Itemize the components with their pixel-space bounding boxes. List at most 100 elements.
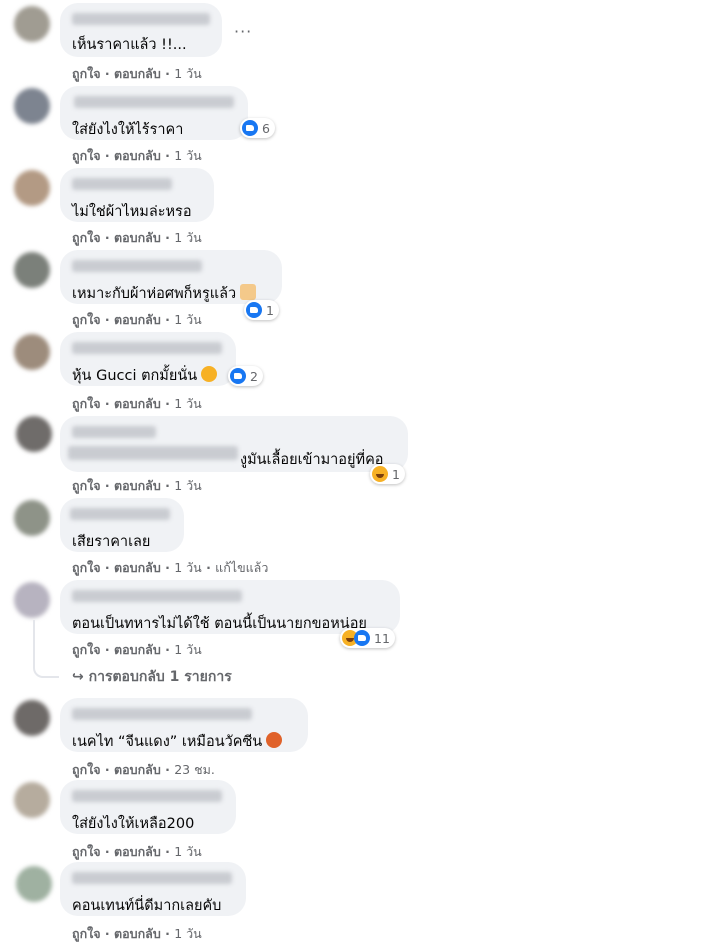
like-reaction-icon: [354, 630, 370, 646]
commenter-name[interactable]: [70, 508, 170, 520]
like-link[interactable]: ถูกใจ: [72, 844, 101, 859]
thumbs-down-emoji: [240, 284, 257, 300]
like-link[interactable]: ถูกใจ: [72, 926, 101, 941]
comment-text: งูมันเลื้อยเข้ามาอยู่ที่คอ: [240, 452, 384, 468]
reply-link[interactable]: ตอบกลับ: [114, 926, 161, 941]
comment-bubble: ไม่ใช่ผ้าไหมล่ะหรอ: [60, 168, 214, 222]
view-replies-link[interactable]: ↪ การตอบกลับ 1 รายการ: [72, 666, 232, 688]
reply-link[interactable]: ตอบกลับ: [114, 396, 161, 411]
comment-text: ใส่ยังไงให้ไร้ราคา: [72, 122, 184, 138]
comment-actions: ถูกใจ · ตอบกลับ · 1 วัน: [72, 844, 202, 859]
timestamp[interactable]: 1 วัน: [174, 844, 202, 859]
avatar[interactable]: [14, 252, 50, 288]
like-reaction-icon: [230, 368, 246, 384]
comment-actions: ถูกใจ · ตอบกลับ · 1 วัน · แก้ไขแล้ว: [72, 560, 269, 575]
avatar[interactable]: [14, 6, 50, 42]
timestamp[interactable]: 1 วัน: [174, 66, 202, 81]
reaction-summary[interactable]: 1: [244, 300, 279, 320]
commenter-name[interactable]: [72, 708, 252, 720]
reaction-summary[interactable]: 11: [340, 628, 395, 648]
comment-bubble: ตอนเป็นทหารไม่ได้ใช้ ตอนนี้เป็นนายกขอหน่…: [60, 580, 400, 634]
reply-link[interactable]: ตอบกลับ: [114, 230, 161, 245]
comment-bubble: คอนเทนท์นี่ดีมากเลยคับ: [60, 862, 246, 916]
like-link[interactable]: ถูกใจ: [72, 642, 101, 657]
reaction-summary[interactable]: 1: [370, 464, 405, 484]
comment-text: ไม่ใช่ผ้าไหมล่ะหรอ: [72, 204, 192, 220]
reply-link[interactable]: ตอบกลับ: [114, 478, 161, 493]
commenter-name[interactable]: [74, 96, 234, 108]
reply-thread-line: [33, 620, 59, 678]
commenter-name[interactable]: [72, 590, 242, 602]
reaction-summary[interactable]: 6: [240, 118, 275, 138]
commenter-name[interactable]: [72, 790, 222, 802]
comment-actions: ถูกใจ · ตอบกลับ · 1 วัน: [72, 230, 202, 245]
timestamp[interactable]: 1 วัน: [174, 396, 202, 411]
comment-bubble: ใส่ยังไงให้เหลือ200: [60, 780, 236, 834]
timestamp[interactable]: 1 วัน: [174, 148, 202, 163]
timestamp[interactable]: 1 วัน: [174, 312, 202, 327]
reply-link[interactable]: ตอบกลับ: [114, 148, 161, 163]
commenter-name[interactable]: [72, 260, 202, 272]
comment-bubble: เห็นราคาแล้ว !!...: [60, 3, 222, 57]
like-link[interactable]: ถูกใจ: [72, 312, 101, 327]
timestamp[interactable]: 1 วัน: [174, 560, 202, 575]
reaction-summary[interactable]: 2: [228, 366, 263, 386]
comment-actions: ถูกใจ · ตอบกลับ · 23 ชม.: [72, 762, 215, 777]
avatar[interactable]: [14, 782, 50, 818]
comment-bubble: เนคไท “จีนแดง” เหมือนวัคซีน: [60, 698, 308, 752]
more-options-icon[interactable]: ···: [234, 22, 252, 41]
comment-text: ใส่ยังไงให้เหลือ200: [72, 816, 195, 832]
comment-text: เนคไท “จีนแดง” เหมือนวัคซีน: [72, 730, 283, 753]
reply-link[interactable]: ตอบกลับ: [114, 560, 161, 575]
reply-link[interactable]: ตอบกลับ: [114, 642, 161, 657]
commenter-name[interactable]: [72, 13, 210, 25]
avatar[interactable]: [14, 334, 50, 370]
comment-text: คอนเทนท์นี่ดีมากเลยคับ: [72, 898, 222, 914]
commenter-name[interactable]: [72, 872, 232, 884]
reply-link[interactable]: ตอบกลับ: [114, 762, 161, 777]
comment-actions: ถูกใจ · ตอบกลับ · 1 วัน: [72, 478, 202, 493]
avatar[interactable]: [16, 866, 52, 902]
comment-bubble: งูมันเลื้อยเข้ามาอยู่ที่คอ: [60, 416, 408, 472]
comment-text: ตอนเป็นทหารไม่ได้ใช้ ตอนนี้เป็นนายกขอหน่…: [72, 616, 367, 632]
comment-bubble: หุ้น Gucci ตกมั้ยนั่น: [60, 332, 236, 386]
comment-actions: ถูกใจ · ตอบกลับ · 1 วัน: [72, 642, 202, 657]
commenter-name[interactable]: [72, 426, 156, 438]
reply-link[interactable]: ตอบกลับ: [114, 312, 161, 327]
avatar[interactable]: [14, 582, 50, 618]
avatar[interactable]: [14, 500, 50, 536]
timestamp[interactable]: 1 วัน: [174, 230, 202, 245]
timestamp[interactable]: 1 วัน: [174, 926, 202, 941]
like-reaction-icon: [246, 302, 262, 318]
timestamp[interactable]: 1 วัน: [174, 478, 202, 493]
comment-bubble: ใส่ยังไงให้ไร้ราคา: [60, 86, 248, 140]
comment-text: เห็นราคาแล้ว !!...: [72, 37, 187, 53]
commenter-name[interactable]: [72, 342, 222, 354]
angry-emoji: [266, 732, 283, 748]
comment-bubble: เหมาะกับผ้าห่อศพก็หรูแล้ว: [60, 250, 282, 304]
reply-link[interactable]: ตอบกลับ: [114, 66, 161, 81]
comment-bubble: เสียราคาเลย: [60, 498, 184, 552]
avatar[interactable]: [14, 170, 50, 206]
haha-reaction-icon: [372, 466, 388, 482]
reply-arrow-icon: ↪: [72, 669, 84, 685]
like-link[interactable]: ถูกใจ: [72, 396, 101, 411]
like-link[interactable]: ถูกใจ: [72, 478, 101, 493]
like-reaction-icon: [242, 120, 258, 136]
avatar[interactable]: [14, 700, 50, 736]
avatar[interactable]: [14, 88, 50, 124]
commenter-name[interactable]: [72, 178, 172, 190]
timestamp[interactable]: 23 ชม.: [174, 762, 215, 777]
edited-label: แก้ไขแล้ว: [215, 560, 269, 575]
reply-link[interactable]: ตอบกลับ: [114, 844, 161, 859]
comment-actions: ถูกใจ · ตอบกลับ · 1 วัน: [72, 926, 202, 941]
like-link[interactable]: ถูกใจ: [72, 762, 101, 777]
like-link[interactable]: ถูกใจ: [72, 148, 101, 163]
avatar[interactable]: [16, 416, 52, 452]
like-link[interactable]: ถูกใจ: [72, 66, 101, 81]
comment-actions: ถูกใจ · ตอบกลับ · 1 วัน: [72, 312, 202, 327]
timestamp[interactable]: 1 วัน: [174, 642, 202, 657]
like-link[interactable]: ถูกใจ: [72, 230, 101, 245]
like-link[interactable]: ถูกใจ: [72, 560, 101, 575]
comment-actions: ถูกใจ · ตอบกลับ · 1 วัน: [72, 148, 202, 163]
